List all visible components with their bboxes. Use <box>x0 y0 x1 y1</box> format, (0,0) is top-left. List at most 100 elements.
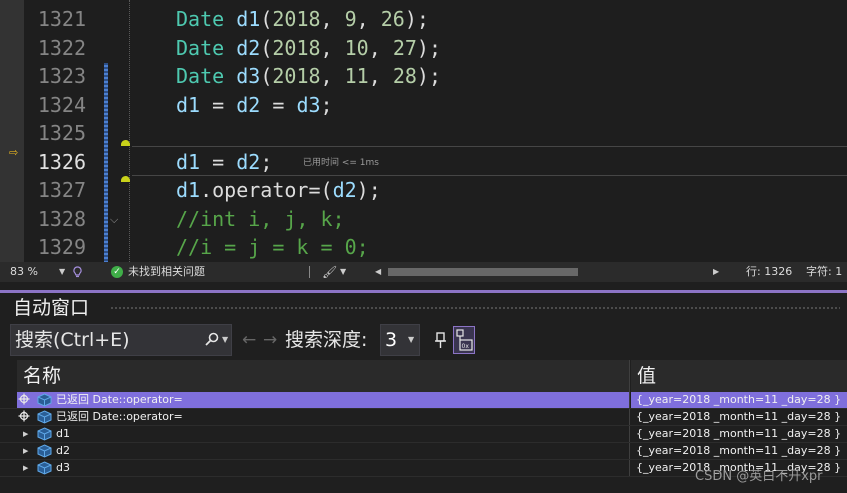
autos-name-cell[interactable] <box>17 426 630 442</box>
code-text[interactable]: d1 = d2; <box>176 148 272 177</box>
autos-name-cell[interactable] <box>17 460 630 476</box>
zoom-level[interactable]: 83 % <box>10 262 38 282</box>
code-text[interactable]: d1 = d2 = d3; <box>176 91 333 120</box>
code-line[interactable]: 1328 //int i, j, k; <box>0 205 847 234</box>
code-text[interactable]: //i = j = k = 0; <box>176 233 369 262</box>
code-text[interactable]: Date d3(2018, 11, 28); <box>176 62 441 91</box>
search-depth-select[interactable]: 3 ▼ <box>380 324 420 356</box>
code-token: 9 <box>344 7 357 31</box>
code-text[interactable]: Date d1(2018, 9, 26); <box>176 5 429 34</box>
code-token: d1 <box>176 178 201 202</box>
line-number: 1328 <box>37 206 86 231</box>
column-header-value[interactable]: 值 <box>631 360 847 392</box>
autos-row[interactable]: {_year=2018 _month=11 _day=28 } ▶ d1 <box>0 426 847 443</box>
code-token: ); <box>356 178 381 202</box>
code-token: ( <box>260 35 273 60</box>
code-line[interactable]: 1325 <box>0 119 847 148</box>
code-text[interactable]: d1.operator=(d2); <box>176 176 381 205</box>
code-token: 2018 <box>272 7 321 31</box>
code-line[interactable]: 1324 d1 = d2 = d3; <box>0 91 847 120</box>
horizontal-scrollbar-thumb[interactable] <box>388 268 578 276</box>
autos-value-cell[interactable]: {_year=2018 _month=11 _day=28 } <box>631 392 847 408</box>
quick-actions-icon[interactable] <box>72 266 83 278</box>
code-token: 28 <box>392 64 417 88</box>
code-text[interactable]: Date d2(2018, 10, 27); <box>176 34 441 63</box>
perf-tip[interactable]: 已用时间 <= 1ms <box>303 156 379 170</box>
code-token: = <box>200 92 237 117</box>
chevron-down-icon[interactable]: ▼ <box>408 332 414 348</box>
code-token: Date <box>176 7 225 31</box>
code-token: 10 <box>344 35 369 60</box>
line-number: 1322 <box>37 35 86 60</box>
code-line[interactable]: 1326 d1 = d2; 已用时间 <= 1ms <box>0 148 847 177</box>
code-token: 2018 <box>272 35 321 60</box>
code-token: operator= <box>212 178 321 202</box>
search-input[interactable] <box>15 325 203 355</box>
horizontal-scrollbar[interactable] <box>386 268 704 276</box>
search-icon[interactable] <box>204 331 220 349</box>
code-token: , <box>368 64 393 88</box>
line-number: 1325 <box>37 121 86 145</box>
hex-display-icon: 0x <box>456 329 473 351</box>
expand-arrow-icon[interactable]: ▶ <box>23 426 28 442</box>
code-token: d2 <box>332 178 357 202</box>
search-next-arrow-icon[interactable]: → <box>263 326 277 354</box>
code-token: 27 <box>392 35 417 60</box>
returned-value-icon <box>18 410 30 422</box>
autos-row-label: d2 <box>56 444 70 457</box>
scroll-right-icon[interactable]: ▶ <box>713 262 719 282</box>
code-cleanup-brush-icon[interactable]: 🖌︎ <box>322 262 337 282</box>
object-cube-icon <box>37 444 52 458</box>
autos-window-title[interactable]: 自动窗口 <box>13 296 89 320</box>
code-line[interactable]: 1321 Date d1(2018, 9, 26); <box>0 5 847 34</box>
code-token: d2 <box>236 35 261 60</box>
code-token: ); <box>416 35 441 60</box>
pin-icon[interactable] <box>433 330 447 350</box>
autos-value-cell[interactable]: {_year=2018 _month=11 _day=28 } <box>631 426 847 442</box>
zoom-dropdown-icon[interactable]: ▼ <box>59 262 65 282</box>
expand-arrow-icon[interactable]: ▶ <box>23 443 28 459</box>
search-options-dropdown-icon[interactable]: ▼ <box>222 330 228 350</box>
autos-row[interactable]: {_year=2018 _month=11 _day=28 } ▶ d2 <box>0 443 847 460</box>
scroll-left-icon[interactable]: ◀ <box>375 262 381 282</box>
search-box[interactable]: ▼ <box>10 324 232 356</box>
title-bar-grip[interactable] <box>110 306 840 310</box>
code-cleanup-dropdown-icon[interactable]: ▼ <box>340 262 346 282</box>
window-accent-bar <box>0 290 847 293</box>
code-line[interactable]: 1323 Date d3(2018, 11, 28); <box>0 62 847 91</box>
code-token: ); <box>416 64 441 88</box>
code-token: d2 <box>236 92 261 117</box>
column-header-name-label: 名称 <box>23 365 62 387</box>
code-line[interactable]: 1322 Date d2(2018, 10, 27); <box>0 34 847 63</box>
search-depth-value: 3 <box>385 329 398 351</box>
object-cube-icon <box>37 461 52 475</box>
code-line[interactable]: 1327 d1.operator=(d2); <box>0 176 847 205</box>
hexadecimal-display-toggle[interactable]: 0x <box>453 326 475 354</box>
cursor-line-indicator[interactable]: 行: 1326 <box>746 262 792 282</box>
issues-status-text[interactable]: 未找到相关问题 <box>128 262 205 282</box>
autos-row[interactable]: {_year=2018 _month=11 _day=28 } 已返回 Date:… <box>0 409 847 426</box>
editor-status-bar: 83 % ▼ ✓ 未找到相关问题 🖌︎ ▼ ◀ ▶ 行: 1326 字符: 1 <box>0 262 847 282</box>
autos-value-cell[interactable]: {_year=2018 _month=11 _day=28 } <box>631 443 847 459</box>
expand-arrow-icon[interactable]: ▶ <box>23 460 28 476</box>
autos-value-cell[interactable]: {_year=2018 _month=11 _day=28 } <box>631 409 847 425</box>
code-editor[interactable]: ⇨ ⌵ 1321 Date d1(2018, 9, 26); 1322 Date d2… <box>0 0 847 262</box>
autos-row-label: d1 <box>56 427 70 440</box>
code-token: ; <box>260 149 273 174</box>
code-token: d1 <box>176 149 201 174</box>
code-token: ( <box>260 64 273 88</box>
code-line[interactable]: 1329 //i = j = k = 0; <box>0 233 847 262</box>
status-separator <box>309 266 310 278</box>
autos-name-cell[interactable] <box>17 443 630 459</box>
line-number: 1326 <box>37 149 86 174</box>
search-previous-arrow-icon[interactable]: ← <box>242 326 256 354</box>
returned-value-icon <box>18 393 30 405</box>
cursor-column-indicator[interactable]: 字符: 1 <box>806 262 842 282</box>
object-cube-icon <box>37 393 52 407</box>
autos-row[interactable]: {_year=2018 _month=11 _day=28 } 已返回 Date:… <box>0 392 847 409</box>
column-header-name[interactable]: 名称 <box>17 360 630 392</box>
code-token: //int i, j, k; <box>176 206 345 231</box>
code-text[interactable]: //int i, j, k; <box>176 205 345 234</box>
